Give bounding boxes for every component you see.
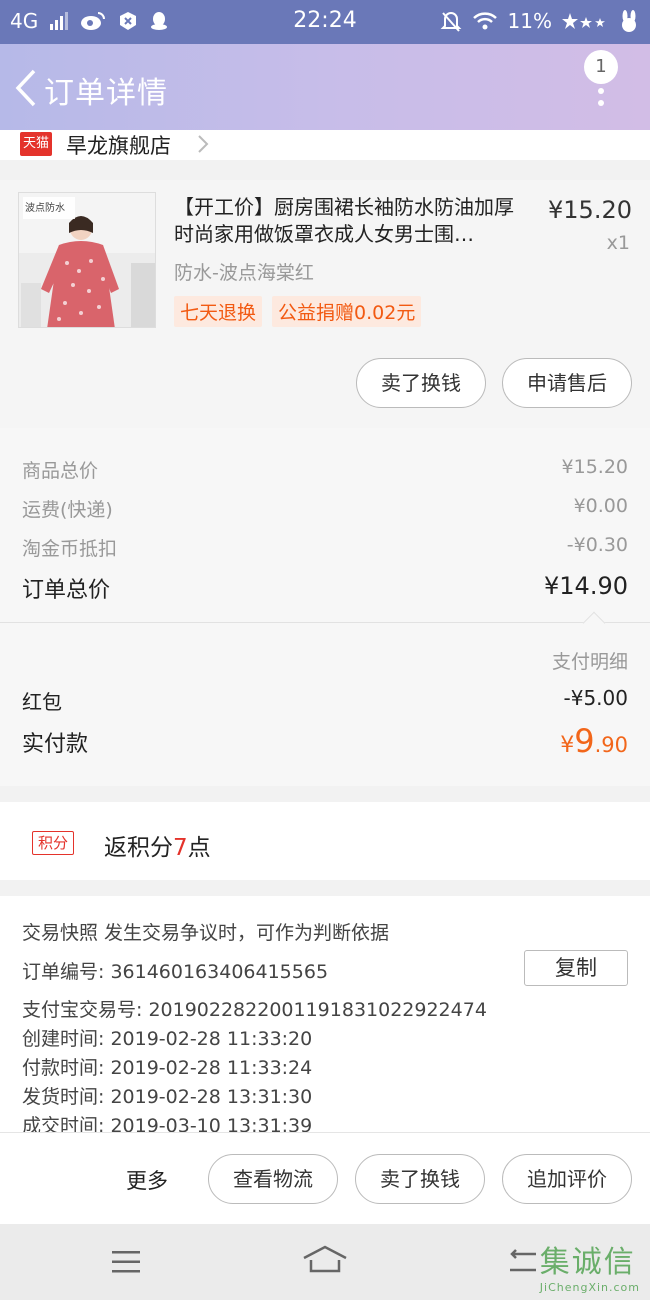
divider [0, 622, 650, 623]
status-right: 11% [440, 9, 640, 33]
product-quantity: x1 [606, 232, 630, 254]
product-sku: 防水-波点海棠红 [174, 262, 314, 284]
price-row-coins: 淘金币抵扣 -¥0.30 [22, 534, 628, 561]
more-menu-button[interactable]: 1 [584, 50, 620, 114]
paid-label: 实付款 [22, 732, 89, 757]
chevron-right-icon [198, 135, 209, 153]
shop-row[interactable]: 天猫 旱龙旗舰店 [0, 130, 650, 160]
view-logistics-button[interactable]: 查看物流 [208, 1154, 338, 1204]
tmall-logo: 天猫 [20, 132, 52, 156]
after-sales-button[interactable]: 申请售后 [502, 358, 632, 408]
price-row-shipping: 运费(快递) ¥0.00 [22, 495, 628, 522]
system-nav-bar: 集诚信 JiChengXin.com [0, 1224, 650, 1300]
product-tags: 七天退换 公益捐赠0.02元 [174, 296, 422, 327]
order-total-value: ¥14.90 [544, 572, 628, 600]
price-row-goods: 商品总价 ¥15.20 [22, 456, 628, 483]
page-title: 订单详情 [44, 76, 168, 111]
shop-name[interactable]: 旱龙旗舰店 [66, 130, 171, 160]
completed-time: 成交时间: 2019-03-10 13:31:39 [22, 1115, 313, 1132]
goods-total-value: ¥15.20 [561, 456, 628, 478]
back-nav-icon[interactable] [506, 1248, 540, 1276]
tag-return: 七天退换 [174, 296, 263, 327]
action-bar: 更多 查看物流 卖了换钱 追加评价 [0, 1132, 650, 1224]
more-button[interactable]: 更多 [126, 1165, 168, 1195]
points-row: 积分 返积分7点 [0, 802, 650, 880]
add-review-button[interactable]: 追加评价 [502, 1154, 632, 1204]
wifi-icon [472, 12, 497, 30]
paid-value: ¥9.90 [560, 722, 628, 760]
snapshot-link[interactable]: 交易快照 发生交易争议时，可作为判断依据 [22, 918, 389, 945]
paid-int: 9 [574, 722, 595, 760]
menu-icon[interactable] [110, 1248, 142, 1276]
watermark-logo: 集诚信 JiChengXin.com [540, 1237, 640, 1294]
resell-button-bottom[interactable]: 卖了换钱 [355, 1154, 485, 1204]
price-summary: 商品总价 ¥15.20 运费(快递) ¥0.00 淘金币抵扣 -¥0.30 订单… [0, 428, 650, 786]
coins-value: -¥0.30 [566, 534, 628, 556]
price-row-order-total: 订单总价 ¥14.90 [22, 572, 628, 604]
price-row-paid: 实付款 ¥9.90 [22, 722, 628, 760]
message-badge: 1 [584, 50, 618, 84]
battery-level: 11% [507, 9, 552, 33]
goods-total-label: 商品总价 [22, 460, 99, 482]
order-total-label: 订单总价 [22, 578, 111, 603]
points-badge: 积分 [32, 831, 74, 855]
points-number: 7 [173, 835, 188, 861]
shipping-label: 运费(快递) [22, 499, 113, 521]
product-card[interactable]: 波点防水 【开工价】厨房围裙长袖防水防油加厚时尚家用做饭罩衣成人女男士围… ¥1… [0, 180, 650, 428]
paid-dec: .90 [594, 733, 628, 757]
redpack-value: -¥5.00 [563, 686, 628, 710]
points-suffix: 点 [187, 835, 211, 861]
home-icon[interactable] [302, 1244, 348, 1276]
paid-currency: ¥ [560, 733, 575, 758]
image-caption: 波点防水 [25, 203, 65, 214]
redpack-label: 红包 [22, 690, 62, 714]
status-bar: 4G 22:24 11% [0, 0, 650, 44]
tag-charity: 公益捐赠0.02元 [272, 296, 422, 327]
created-time: 创建时间: 2019-02-28 11:33:20 [22, 1028, 313, 1050]
shipped-time: 发货时间: 2019-02-28 13:31:30 [22, 1086, 313, 1108]
product-price: ¥15.20 [548, 196, 632, 224]
back-button[interactable] [10, 68, 44, 108]
pay-detail-link[interactable]: 支付明细 [552, 647, 628, 674]
more-dots-icon [598, 88, 604, 112]
order-info: 交易快照 发生交易争议时，可作为判断依据 订单编号: 3614601634064… [0, 896, 650, 1132]
copy-button[interactable]: 复制 [524, 950, 628, 986]
bunny-icon [622, 10, 636, 32]
resell-button[interactable]: 卖了换钱 [356, 358, 486, 408]
product-image[interactable]: 波点防水 [18, 192, 156, 328]
product-title[interactable]: 【开工价】厨房围裙长袖防水防油加厚时尚家用做饭罩衣成人女男士围… [174, 194, 530, 248]
nav-bar: 订单详情 1 [0, 44, 650, 130]
points-text: 返积分7点 [104, 828, 211, 862]
stars-icon [562, 13, 605, 29]
alipay-number: 支付宝交易号: 2019022822001191831022922474 [22, 999, 487, 1021]
caret-up-icon [582, 611, 606, 635]
price-row-redpack: 红包 -¥5.00 [22, 686, 628, 715]
watermark-sub: JiChengXin.com [539, 1281, 640, 1294]
watermark-text: 集诚信 [539, 1245, 636, 1280]
shipping-value: ¥0.00 [573, 495, 628, 517]
order-number: 订单编号: 361460163406415565 [22, 961, 329, 983]
coins-label: 淘金币抵扣 [22, 538, 118, 560]
mute-icon [440, 12, 461, 32]
points-prefix: 返积分 [104, 835, 173, 861]
paid-time: 付款时间: 2019-02-28 11:33:24 [22, 1057, 313, 1079]
